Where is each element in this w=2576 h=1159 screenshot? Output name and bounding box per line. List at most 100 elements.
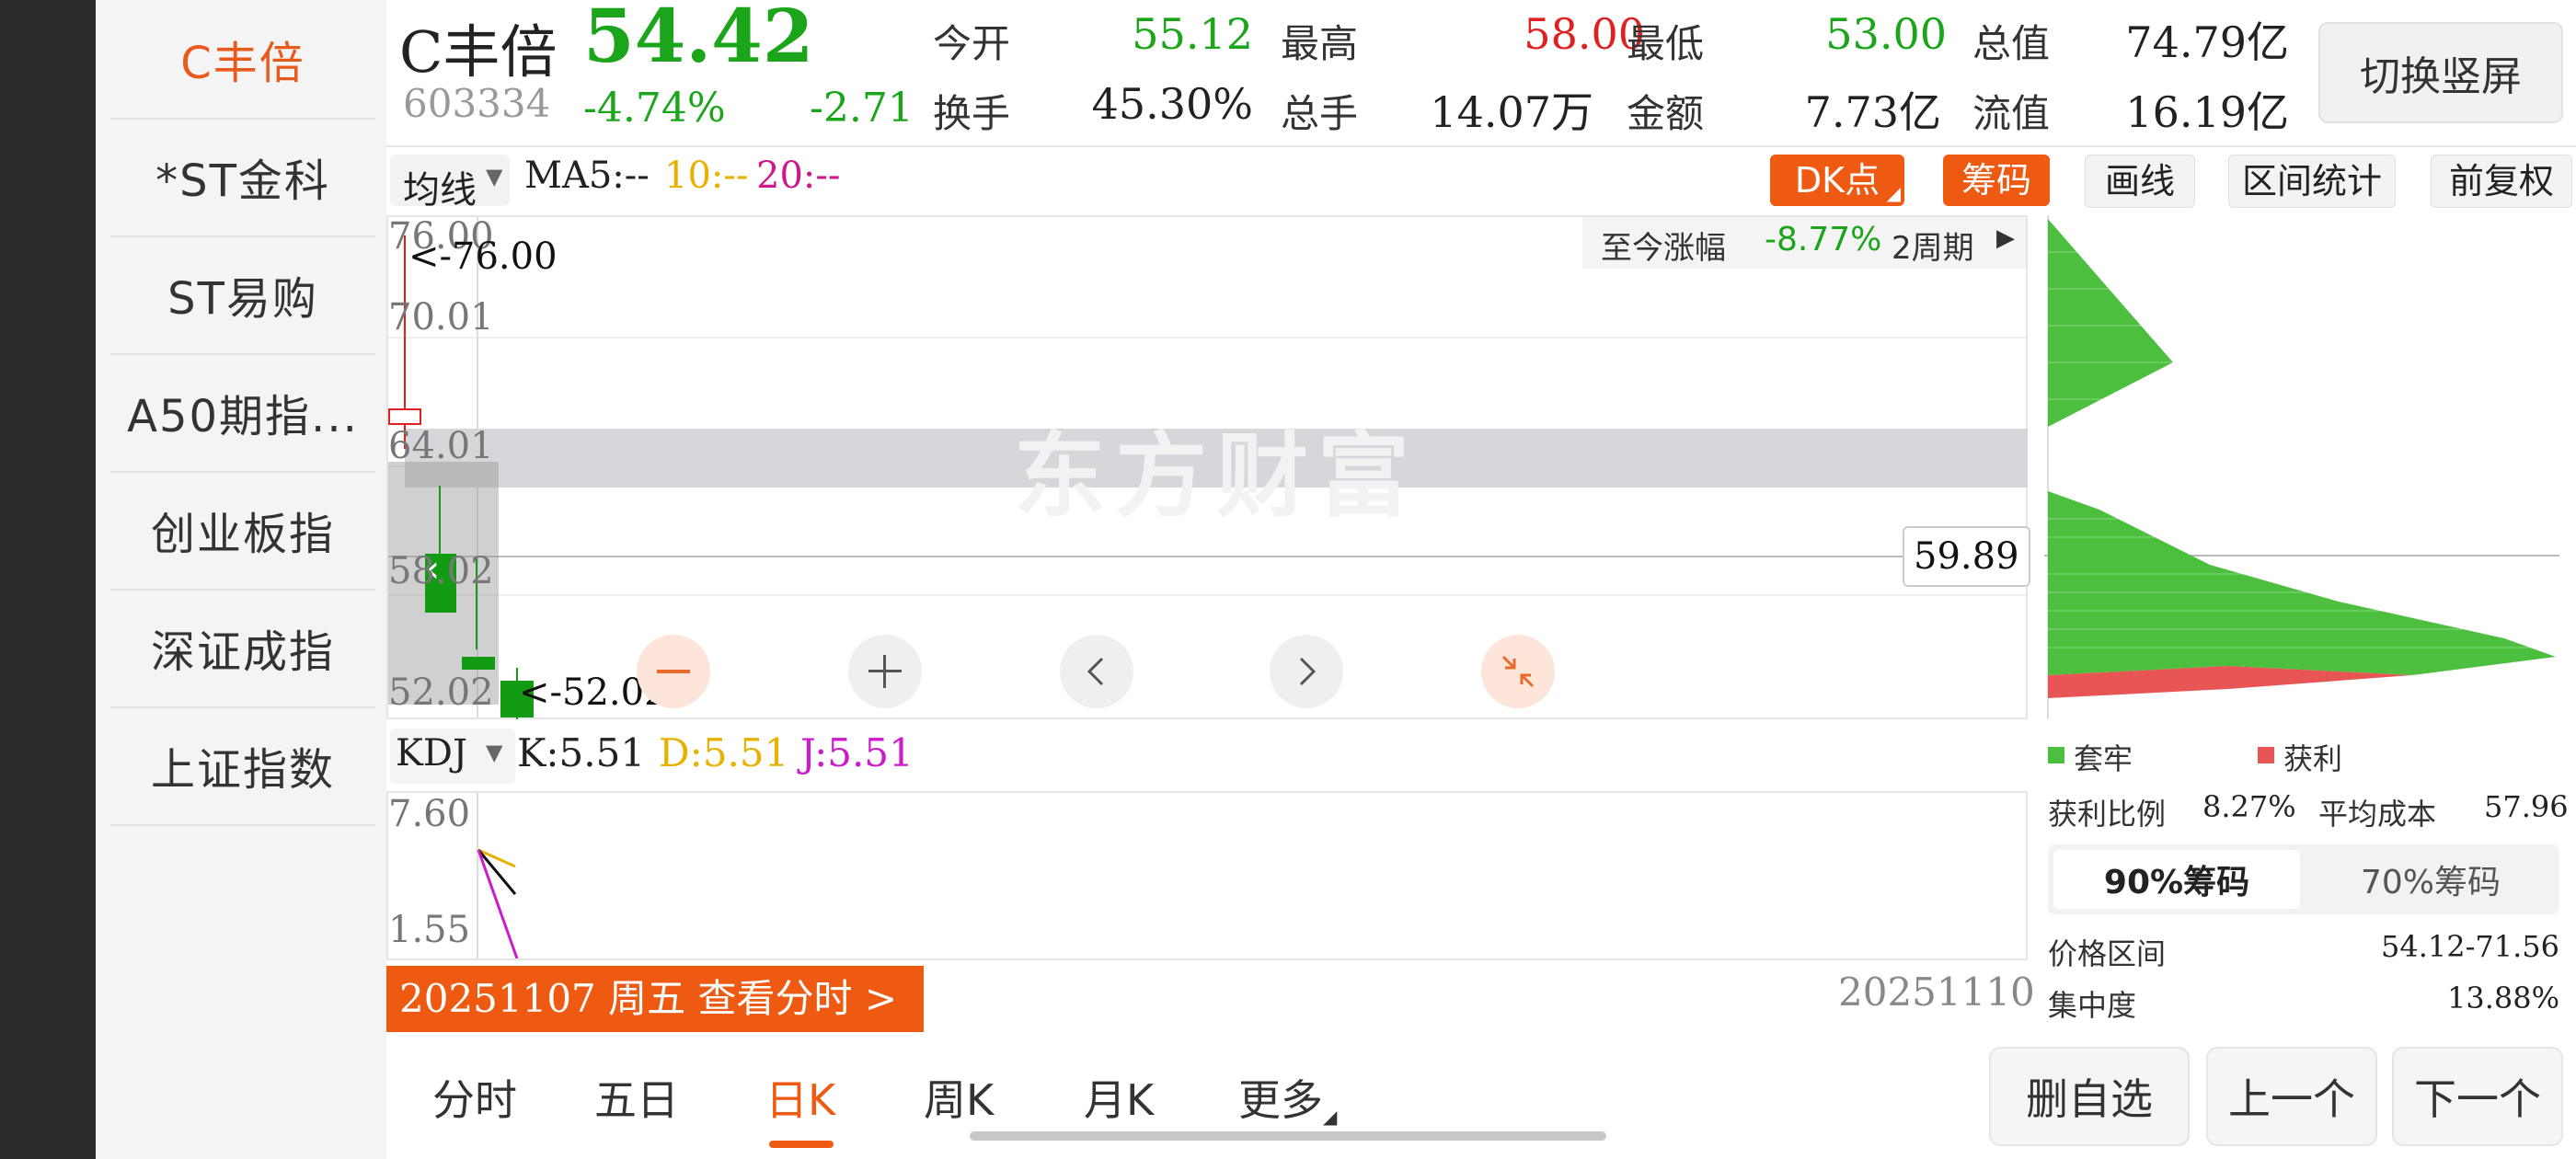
stock-item-c-fengbei[interactable]: C丰倍: [110, 0, 375, 120]
kdj-chart[interactable]: 7.60 1.55: [386, 791, 2028, 960]
kdj-indicator-dropdown[interactable]: KDJ ▼: [390, 729, 515, 784]
candle-down: [462, 657, 495, 670]
max-price-marker: <-76.00: [408, 235, 558, 278]
header-divider: [386, 145, 2576, 147]
y-tick-58: 58.02: [388, 550, 494, 592]
high-label: 最高: [1281, 21, 1359, 66]
turnover-value: 45.30%: [1091, 79, 1253, 129]
switch-portrait-button[interactable]: 切换竖屏: [2318, 22, 2563, 123]
grid-line: [388, 337, 2026, 339]
minus-icon: [657, 670, 690, 673]
profit-ratio-value: 8.27%: [2202, 789, 2296, 824]
tab-five-day[interactable]: 五日: [594, 1067, 679, 1128]
profit-ratio-label: 获利比例: [2048, 797, 2167, 832]
collapse-button[interactable]: [1481, 635, 1555, 708]
scroll-indicator[interactable]: [970, 1131, 1606, 1141]
collapse-arrows-icon: [1501, 655, 1535, 688]
crosshair-price-label: 59.89: [1903, 526, 2030, 587]
volume-label: 总手: [1281, 91, 1359, 136]
ma10-value: 10:--: [664, 155, 749, 197]
concentration-value: 13.88%: [2446, 981, 2559, 1016]
indicator-label: 均线: [403, 169, 477, 212]
chip-button[interactable]: 筹码: [1943, 155, 2050, 206]
tab-90-percent[interactable]: 90%筹码: [2053, 850, 2300, 909]
dk-label: DK点: [1794, 160, 1880, 201]
ma20-value: 20:--: [756, 155, 841, 197]
zoom-out-button[interactable]: [637, 635, 710, 708]
change-amount: -2.71: [810, 85, 914, 132]
low-label: 最低: [1627, 21, 1705, 66]
chip-percent-tabs: 90%筹码 70%筹码: [2048, 844, 2559, 914]
end-date-label: 20251110: [1838, 970, 2035, 1015]
triangle-right-icon: ▶: [1996, 224, 2015, 252]
low-value: 53.00: [1825, 9, 1947, 59]
tab-monthly-k[interactable]: 月K: [1084, 1067, 1154, 1128]
y-tick-52: 52.02: [388, 671, 494, 714]
tab-weekly-k[interactable]: 周K: [924, 1067, 994, 1128]
selected-date-button[interactable]: 20251107 周五 查看分时 >: [386, 966, 924, 1032]
period-change-box[interactable]: 至今涨幅 -8.77% 2周期 ▶: [1582, 217, 2026, 269]
total-value: 74.79亿: [2125, 17, 2289, 67]
float-value: 16.19亿: [2125, 87, 2289, 137]
stock-item-szse-component[interactable]: 深证成指: [110, 589, 375, 708]
stock-list-sidebar: C丰倍 *ST金科 ST易购 A50期指... 创业板指 深证成指 上证指数: [96, 0, 386, 1159]
dk-point-button[interactable]: DK点 ◢: [1770, 155, 1904, 206]
tab-more-label: 更多: [1238, 1075, 1323, 1125]
chevron-left-icon: [1087, 657, 1104, 686]
legend-swatch-trapped: [2048, 747, 2064, 763]
high-value: 58.00: [1524, 9, 1645, 59]
legend-swatch-profit: [2258, 747, 2274, 763]
stock-item-a50-futures[interactable]: A50期指...: [110, 353, 375, 473]
active-tab-indicator: [769, 1141, 834, 1148]
stock-item-st-yigou[interactable]: ST易购: [110, 235, 375, 355]
caret-down-icon: ▼: [486, 740, 503, 765]
stock-item-st-jinke[interactable]: *ST金科: [110, 118, 375, 237]
ma5-value: MA5:--: [524, 155, 650, 197]
volume-value: 14.07万: [1430, 87, 1593, 137]
scroll-left-button[interactable]: [1060, 635, 1133, 708]
scroll-right-button[interactable]: [1270, 635, 1343, 708]
draw-line-button[interactable]: 画线: [2085, 155, 2195, 208]
tab-more[interactable]: 更多◢: [1238, 1067, 1337, 1128]
tab-daily-k[interactable]: 日K: [765, 1067, 835, 1128]
chip-distribution-chart: [2044, 215, 2559, 719]
candle-up: [388, 408, 421, 425]
change-percent: -4.74%: [583, 85, 726, 132]
corner-triangle-icon: ◢: [1323, 1106, 1338, 1128]
indicator-dropdown[interactable]: 均线 ▼: [390, 155, 510, 212]
period-count: 2周期: [1892, 230, 1974, 267]
stock-name: C丰倍: [399, 18, 558, 86]
y-tick-64: 64.01: [388, 425, 494, 467]
price-range-value: 54.12-71.56: [2380, 929, 2559, 964]
kdj-label: KDJ: [396, 732, 467, 775]
plus-icon: [868, 655, 902, 688]
crosshair-horizontal: [388, 556, 2026, 557]
current-price: 54.42: [583, 0, 814, 79]
kdj-y-tick-bottom: 1.55: [388, 909, 471, 951]
grid-line: [388, 594, 2026, 596]
period-change-label: 至今涨幅: [1601, 230, 1726, 267]
watermark: 东方财富: [1014, 422, 1419, 530]
stock-code: 603334: [403, 81, 551, 126]
left-edge-bar: [0, 0, 96, 1159]
remove-watchlist-button[interactable]: 删自选: [1989, 1047, 2190, 1146]
amount-label: 金额: [1627, 91, 1705, 136]
range-stats-button[interactable]: 区间统计: [2228, 155, 2396, 208]
y-tick-70: 70.01: [388, 296, 494, 339]
tab-70-percent[interactable]: 70%筹码: [2307, 850, 2554, 909]
next-stock-button[interactable]: 下一个: [2392, 1047, 2563, 1146]
legend-profit: 获利: [2283, 741, 2343, 776]
zoom-in-button[interactable]: [848, 635, 922, 708]
kdj-y-tick-top: 7.60: [388, 793, 471, 835]
chevron-right-icon: [1299, 657, 1317, 686]
kdj-j-value: J:5.51: [800, 730, 914, 775]
stock-item-chinext-index[interactable]: 创业板指: [110, 471, 375, 591]
adjust-button[interactable]: 前复权: [2431, 155, 2572, 208]
float-value-label: 流值: [1972, 91, 2051, 136]
kline-chart[interactable]: 东方财富 ‹ 76.00 70.01 64.01 58.02 52.02 <-7…: [386, 215, 2030, 719]
previous-stock-button[interactable]: 上一个: [2206, 1047, 2377, 1146]
tab-intraday[interactable]: 分时: [432, 1067, 517, 1128]
kdj-lines: [477, 848, 519, 958]
caret-down-icon: ▼: [486, 164, 503, 189]
stock-item-sse-composite[interactable]: 上证指数: [110, 706, 375, 826]
